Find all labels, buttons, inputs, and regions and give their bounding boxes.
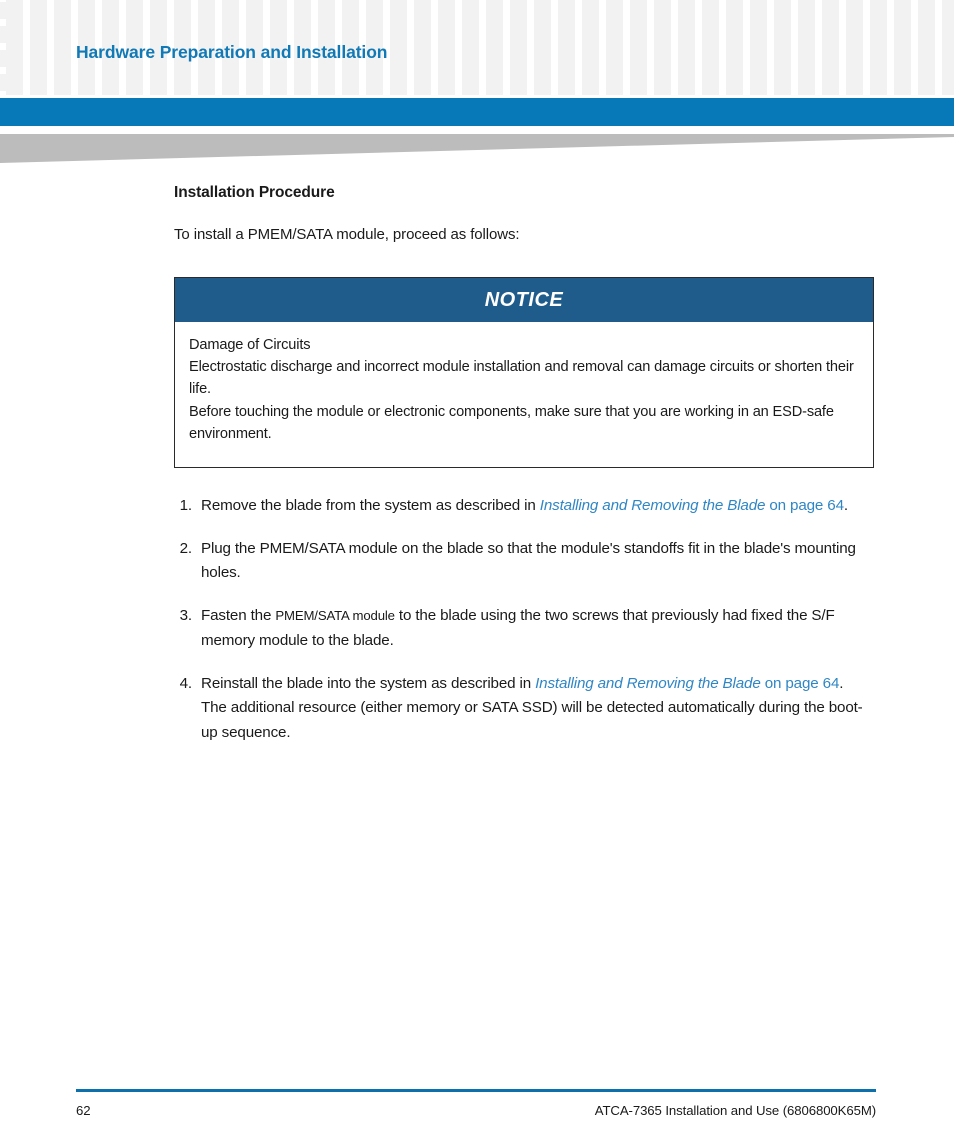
step-body: Plug the PMEM/SATA module on the blade s… [201, 537, 876, 587]
footer-row: 62 ATCA-7365 Installation and Use (68068… [76, 1103, 876, 1118]
step-smalltext-term: PMEM/SATA module [275, 608, 395, 624]
document-identifier: ATCA-7365 Installation and Use (6806800K… [594, 1102, 876, 1118]
swoosh-shape [0, 134, 954, 163]
notice-line-1: Damage of Circuits [189, 337, 311, 353]
page-number: 62 [76, 1102, 91, 1118]
notice-box: NOTICE Damage of Circuits Electrostatic … [174, 277, 874, 468]
step-body: Fasten the PMEM/SATA module to the blade… [201, 604, 876, 654]
step-item: 2. Plug the PMEM/SATA module on the blad… [174, 537, 876, 587]
footer-rule [76, 1089, 876, 1092]
page-footer: 62 ATCA-7365 Installation and Use (68068… [76, 1089, 876, 1118]
header-blue-banner [0, 98, 954, 126]
step-item: 1. Remove the blade from the system as d… [174, 494, 876, 519]
step-lead-text: Plug the PMEM/SATA module on the blade s… [201, 539, 856, 582]
notice-line-2: Electrostatic discharge and incorrect mo… [189, 359, 854, 398]
cross-reference-link[interactable]: Installing and Removing the Blade [535, 675, 761, 692]
page-header: Hardware Preparation and Installation [0, 0, 954, 98]
section-heading: Installation Procedure [174, 184, 335, 201]
notice-title: NOTICE [484, 288, 564, 311]
step-number: 4. [179, 674, 193, 692]
step-body: Reinstall the blade into the system as d… [201, 672, 876, 746]
intro-paragraph: To install a PMEM/SATA module, proceed a… [174, 226, 520, 243]
step-number: 3. [179, 607, 193, 625]
notice-header: NOTICE [175, 278, 873, 322]
cross-reference-link[interactable]: Installing and Removing the Blade [540, 497, 766, 514]
step-lead-text: Remove the blade from the system as desc… [201, 496, 540, 514]
step-item: 4. Reinstall the blade into the system a… [174, 672, 876, 746]
step-lead-text: Fasten the [201, 607, 276, 625]
step-number: 2. [179, 539, 193, 557]
chapter-title: Hardware Preparation and Installation [76, 42, 388, 62]
step-extra-text: The additional resource (either memory o… [201, 699, 863, 742]
step-number: 1. [179, 496, 193, 514]
step-tail-text: . [843, 496, 848, 514]
step-tail-text: . [839, 674, 844, 692]
procedure-steps: 1. Remove the blade from the system as d… [174, 494, 876, 746]
step-body: Remove the blade from the system as desc… [201, 494, 876, 519]
step-item: 3. Fasten the PMEM/SATA module to the bl… [174, 604, 876, 654]
header-gray-swoosh [0, 134, 954, 166]
cross-reference-page[interactable]: on page 64 [765, 497, 844, 514]
step-lead-text: Reinstall the blade into the system as d… [201, 674, 536, 692]
notice-body: Damage of Circuits Electrostatic dischar… [175, 322, 873, 467]
cross-reference-page[interactable]: on page 64 [761, 675, 840, 692]
page-content: Installation Procedure To install a PMEM… [174, 184, 876, 764]
notice-line-3: Before touching the module or electronic… [189, 403, 834, 442]
